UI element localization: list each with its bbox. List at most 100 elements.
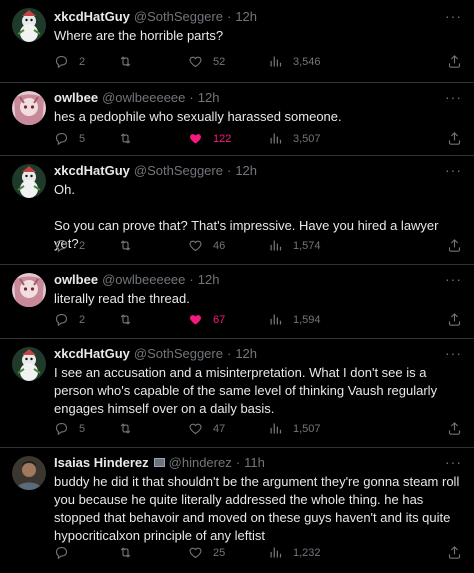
tweet-actions: 5 47 1,507 <box>54 421 462 436</box>
views-button[interactable]: 1,574 <box>268 238 368 253</box>
tweet-actions: 2 52 3,546 <box>54 54 462 69</box>
heart-icon <box>189 547 202 559</box>
share-icon <box>448 239 461 252</box>
more-options-icon[interactable]: ··· <box>445 8 462 24</box>
like-button[interactable]: 52 <box>188 54 268 69</box>
views-button[interactable]: 1,232 <box>268 545 368 560</box>
retweet-button[interactable] <box>118 54 188 69</box>
tweet[interactable]: Isaias Hinderez @hinderez · 11h ··· budd… <box>0 448 474 573</box>
heart-icon <box>189 423 202 435</box>
user-handle[interactable]: @owlbeeeeee <box>102 272 185 287</box>
timestamp[interactable]: 12h <box>235 346 257 361</box>
views-chart-icon <box>270 547 282 558</box>
timestamp[interactable]: 12h <box>198 90 220 105</box>
display-name[interactable]: xkcdHatGuy <box>54 163 130 178</box>
tweet-actions: 25 1,232 <box>54 545 462 560</box>
share-button[interactable] <box>447 54 462 69</box>
like-button[interactable]: 25 <box>188 545 268 560</box>
retweet-button[interactable] <box>118 312 188 327</box>
retweet-button[interactable] <box>118 131 188 146</box>
tweet-text: I see an accusation and a misinterpretat… <box>54 365 441 416</box>
user-handle[interactable]: @hinderez <box>169 455 232 470</box>
tweet-text: literally read the thread. <box>54 291 190 306</box>
heart-filled-icon <box>190 315 201 325</box>
retweet-icon <box>120 133 131 144</box>
user-handle[interactable]: @SothSeggere <box>134 9 223 24</box>
reply-button[interactable]: 2 <box>54 312 118 327</box>
display-name[interactable]: xkcdHatGuy <box>54 346 130 361</box>
like-button[interactable]: 46 <box>188 238 268 253</box>
more-options-icon[interactable]: ··· <box>445 162 462 178</box>
display-name[interactable]: xkcdHatGuy <box>54 9 130 24</box>
like-button[interactable]: 122 <box>188 131 268 146</box>
separator-dot: · <box>226 346 232 361</box>
share-button[interactable] <box>447 421 462 436</box>
avatar[interactable] <box>12 456 46 490</box>
timestamp[interactable]: 12h <box>198 272 220 287</box>
more-options-icon[interactable]: ··· <box>445 271 462 287</box>
like-count: 47 <box>213 422 226 435</box>
like-count: 67 <box>213 313 226 326</box>
view-count: 1,594 <box>293 313 321 326</box>
reply-button[interactable] <box>54 545 118 560</box>
tweet[interactable]: xkcdHatGuy @SothSeggere · 12h ··· Oh. So… <box>0 156 474 265</box>
share-icon <box>448 313 461 326</box>
share-icon <box>448 422 461 435</box>
more-options-icon[interactable]: ··· <box>445 345 462 361</box>
avatar[interactable] <box>12 164 46 198</box>
avatar[interactable] <box>12 91 46 125</box>
share-button[interactable] <box>447 545 462 560</box>
heart-icon <box>189 56 202 68</box>
like-button[interactable]: 67 <box>188 312 268 327</box>
owl-avatar-icon <box>12 273 46 307</box>
retweet-button[interactable] <box>118 545 188 560</box>
tweet[interactable]: owlbee @owlbeeeeee · 12h ··· literally r… <box>0 265 474 339</box>
timestamp[interactable]: 12h <box>235 163 257 178</box>
reply-count: 2 <box>79 239 86 252</box>
display-name[interactable]: owlbee <box>54 90 98 105</box>
views-button[interactable]: 1,594 <box>268 312 368 327</box>
timestamp[interactable]: 12h <box>235 9 257 24</box>
tweet-actions: 2 67 1,594 <box>54 312 462 327</box>
more-options-icon[interactable]: ··· <box>445 454 462 470</box>
more-options-icon[interactable]: ··· <box>445 89 462 105</box>
view-count: 1,507 <box>293 422 321 435</box>
user-handle[interactable]: @owlbeeeeee <box>102 90 185 105</box>
avatar[interactable] <box>12 273 46 307</box>
reply-icon <box>55 313 68 327</box>
display-name[interactable]: Isaias Hinderez <box>54 455 149 470</box>
reply-count: 2 <box>79 55 86 68</box>
reply-button[interactable]: 5 <box>54 131 118 146</box>
like-button[interactable]: 47 <box>188 421 268 436</box>
reply-button[interactable]: 5 <box>54 421 118 436</box>
views-button[interactable]: 1,507 <box>268 421 368 436</box>
user-handle[interactable]: @SothSeggere <box>134 163 223 178</box>
share-icon <box>448 546 461 559</box>
views-button[interactable]: 3,507 <box>268 131 368 146</box>
share-button[interactable] <box>447 238 462 253</box>
retweet-button[interactable] <box>118 238 188 253</box>
share-button[interactable] <box>447 312 462 327</box>
tweet[interactable]: owlbee @owlbeeeeee · 12h ··· hes a pedop… <box>0 83 474 156</box>
retweet-button[interactable] <box>118 421 188 436</box>
reply-button[interactable]: 2 <box>54 54 118 69</box>
timestamp[interactable]: 11h <box>244 455 265 470</box>
reply-icon <box>55 132 68 146</box>
reply-count: 5 <box>79 132 86 145</box>
snowman-avatar-icon <box>12 8 46 42</box>
user-handle[interactable]: @SothSeggere <box>134 346 223 361</box>
reply-button[interactable]: 2 <box>54 238 118 253</box>
tweet-text: Where are the horrible parts? <box>54 28 224 43</box>
share-button[interactable] <box>447 131 462 146</box>
separator-dot: · <box>189 272 194 287</box>
tweet[interactable]: xkcdHatGuy @SothSeggere · 12h ··· I see … <box>0 339 474 448</box>
tweet[interactable]: xkcdHatGuy @SothSeggere · 12h ··· Where … <box>0 0 474 83</box>
avatar[interactable] <box>12 347 46 381</box>
view-count: 1,574 <box>293 239 321 252</box>
avatar[interactable] <box>12 8 46 42</box>
views-button[interactable]: 3,546 <box>268 54 368 69</box>
separator-dot: · <box>226 163 232 178</box>
tweet-actions: 5 122 3,507 <box>54 131 462 146</box>
display-name[interactable]: owlbee <box>54 272 98 287</box>
share-icon <box>448 132 461 145</box>
